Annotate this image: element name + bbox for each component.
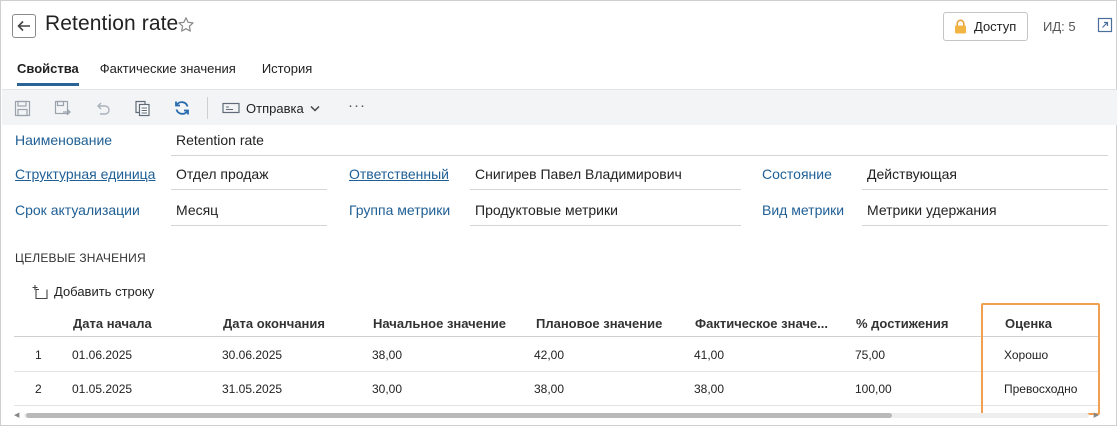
cell-percent[interactable]: 75,00 [855,348,885,362]
column-header[interactable]: Фактическое значе... [695,316,833,331]
scroll-left-icon[interactable]: ◀ [14,411,19,419]
metric-kind-field[interactable]: Метрики удержания [862,202,1108,226]
save-as-icon[interactable] [53,99,71,117]
lock-icon [955,19,966,34]
send-label: Отправка [246,100,304,116]
column-header[interactable]: % достижения [856,316,986,331]
refresh-icon[interactable] [173,99,191,117]
horizontal-scrollbar[interactable]: ◀ ▶ [14,409,1099,421]
tab-history[interactable]: История [262,61,312,86]
open-external-icon[interactable] [1097,17,1113,33]
cell-rating[interactable]: Превосходно [1004,382,1077,396]
cell-rating[interactable]: Хорошо [1004,348,1048,362]
access-label: Доступ [974,19,1017,34]
column-header[interactable]: Оценка [1005,316,1095,331]
cell-start-date[interactable]: 01.06.2025 [72,348,132,362]
state-label: Состояние [762,166,832,182]
cell-fact-value[interactable]: 38,00 [694,382,724,396]
send-icon [222,102,240,114]
copy-icon[interactable] [133,99,151,117]
row-number: 2 [35,382,42,396]
chevron-down-icon [310,105,320,112]
name-field[interactable]: Retention rate [171,132,1108,156]
record-id: ИД: 5 [1043,19,1076,34]
cell-fact-value[interactable]: 41,00 [694,348,724,362]
cell-plan-value[interactable]: 42,00 [534,348,564,362]
cell-initial-value[interactable]: 30,00 [372,382,402,396]
add-row-button[interactable]: Добавить строку [32,284,154,299]
more-actions-button[interactable]: ··· [348,97,366,114]
toolbar: Отправка ··· [2,89,1117,125]
save-icon[interactable] [13,99,31,117]
tab-actual-values[interactable]: Фактические значения [100,61,236,86]
table-header: Дата начала Дата окончания Начальное зна… [14,310,1099,337]
name-label: Наименование [15,132,113,148]
state-field[interactable]: Действующая [862,166,1108,190]
scroll-right-icon[interactable]: ▶ [1094,411,1099,419]
metric-kind-label: Вид метрики [762,202,845,218]
cell-plan-value[interactable]: 38,00 [534,382,564,396]
table-row[interactable]: 1 01.06.2025 30.06.2025 38,00 42,00 41,0… [14,338,1099,372]
cell-start-date[interactable]: 01.05.2025 [72,382,132,396]
column-header[interactable]: Дата окончания [223,316,363,331]
back-button[interactable] [12,14,36,38]
arrow-left-icon [17,20,30,32]
column-header[interactable]: Плановое значение [536,316,686,331]
cell-end-date[interactable]: 30.06.2025 [222,348,282,362]
access-button[interactable]: Доступ [943,12,1028,41]
responsible-field[interactable]: Снигирев Павел Владимирович [470,166,741,190]
period-label: Срок актуализации [15,202,140,218]
section-title: ЦЕЛЕВЫЕ ЗНАЧЕНИЯ [15,251,146,265]
tab-bar: Свойства Фактические значения История [17,61,312,86]
add-row-icon [32,284,48,299]
metric-group-label: Группа метрики [349,202,451,218]
metric-group-field[interactable]: Продуктовые метрики [470,202,741,226]
column-header[interactable]: Начальное значение [373,316,528,331]
send-dropdown-button[interactable]: Отправка [222,98,320,118]
column-header[interactable]: Дата начала [73,316,213,331]
form-window: Retention rate Доступ ИД: 5 Свойства Фак… [0,0,1117,426]
responsible-link[interactable]: Ответственный [349,166,449,182]
structural-unit-link[interactable]: Структурная единица [15,166,155,182]
undo-icon[interactable] [93,99,111,117]
cell-percent[interactable]: 100,00 [855,382,892,396]
row-number: 1 [35,348,42,362]
toolbar-divider [207,97,208,119]
table-row[interactable]: 2 01.05.2025 31.05.2025 30,00 38,00 38,0… [14,372,1099,406]
cell-end-date[interactable]: 31.05.2025 [222,382,282,396]
cell-initial-value[interactable]: 38,00 [372,348,402,362]
tab-properties[interactable]: Свойства [17,61,79,86]
star-icon[interactable] [177,16,195,34]
page-title: Retention rate [45,12,179,35]
period-field[interactable]: Месяц [171,202,327,226]
structural-unit-field[interactable]: Отдел продаж [171,166,327,190]
add-row-label: Добавить строку [54,284,155,299]
scroll-thumb[interactable] [26,413,892,418]
